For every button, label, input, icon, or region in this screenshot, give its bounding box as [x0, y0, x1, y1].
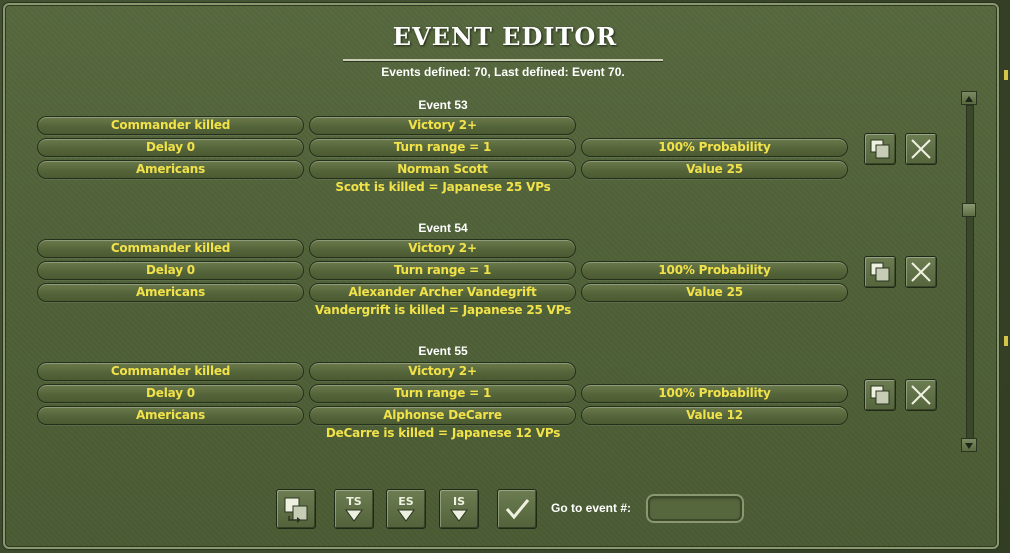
value-field[interactable]: Value 25	[581, 283, 848, 302]
scroll-down-button[interactable]	[961, 438, 977, 452]
copy-event-button[interactable]	[864, 379, 896, 411]
triangle-down-icon	[965, 443, 973, 449]
event-description: Vandergrift is killed = Japanese 25 VPs	[314, 303, 572, 317]
ts-button[interactable]: TS	[334, 489, 374, 529]
event-type-field[interactable]: Commander killed	[37, 362, 304, 381]
side-field[interactable]: Americans	[37, 160, 304, 179]
side-field[interactable]: Americans	[37, 283, 304, 302]
es-label: ES	[398, 495, 414, 508]
event-type-field[interactable]: Commander killed	[37, 116, 304, 135]
goto-event-label: Go to event #:	[551, 501, 632, 515]
probability-field[interactable]: 100% Probability	[581, 138, 848, 157]
es-button[interactable]: ES	[386, 489, 426, 529]
delete-event-button[interactable]	[905, 379, 937, 411]
turn-range-field[interactable]: Turn range = 1	[309, 384, 576, 403]
event-title: Event 53	[418, 98, 468, 112]
delay-field[interactable]: Delay 0	[37, 384, 304, 403]
event-description: Scott is killed = Japanese 25 VPs	[335, 180, 551, 194]
copy-event-button[interactable]	[864, 256, 896, 288]
scroll-thumb[interactable]	[962, 203, 976, 217]
event-title: Event 55	[418, 344, 468, 358]
triangle-up-icon	[965, 96, 973, 102]
arrow-down-icon: TS	[345, 495, 363, 522]
event-effect-field[interactable]: Victory 2+	[309, 116, 576, 135]
probability-field[interactable]: 100% Probability	[581, 384, 848, 403]
events-summary: Events defined: 70, Last defined: Event …	[381, 65, 625, 79]
commander-field[interactable]: Norman Scott	[309, 160, 576, 179]
delete-event-button[interactable]	[905, 256, 937, 288]
probability-field[interactable]: 100% Probability	[581, 261, 848, 280]
copy-icon	[870, 385, 890, 405]
event-type-field[interactable]: Commander killed	[37, 239, 304, 258]
is-label: IS	[453, 495, 465, 508]
close-icon	[911, 262, 931, 282]
value-field[interactable]: Value 25	[581, 160, 848, 179]
commander-field[interactable]: Alexander Archer Vandegrift	[309, 283, 576, 302]
confirm-button[interactable]	[497, 489, 537, 529]
event-effect-field[interactable]: Victory 2+	[309, 239, 576, 258]
scroll-track[interactable]	[966, 105, 974, 441]
turn-range-field[interactable]: Turn range = 1	[309, 261, 576, 280]
close-icon	[911, 385, 931, 405]
delay-field[interactable]: Delay 0	[37, 261, 304, 280]
is-button[interactable]: IS	[439, 489, 479, 529]
delay-field[interactable]: Delay 0	[37, 138, 304, 157]
swap-icon	[284, 497, 308, 523]
turn-range-field[interactable]: Turn range = 1	[309, 138, 576, 157]
copy-icon	[870, 262, 890, 282]
event-effect-field[interactable]: Victory 2+	[309, 362, 576, 381]
close-icon	[911, 139, 931, 159]
title-divider	[343, 59, 663, 61]
ts-label: TS	[346, 495, 362, 508]
arrow-down-icon: ES	[397, 495, 415, 522]
map-marker	[1004, 336, 1008, 346]
copy-icon	[870, 139, 890, 159]
copy-event-button[interactable]	[864, 133, 896, 165]
dialog-title: EVENT EDITOR	[392, 22, 618, 51]
arrow-down-icon: IS	[450, 495, 468, 522]
event-description: DeCarre is killed = Japanese 12 VPs	[325, 426, 561, 440]
delete-event-button[interactable]	[905, 133, 937, 165]
event-title: Event 54	[418, 221, 468, 235]
swap-events-button[interactable]	[276, 489, 316, 529]
value-field[interactable]: Value 12	[581, 406, 848, 425]
goto-event-input[interactable]	[646, 494, 744, 523]
checkmark-icon	[505, 499, 530, 520]
scroll-up-button[interactable]	[961, 91, 977, 105]
side-field[interactable]: Americans	[37, 406, 304, 425]
event-list-scrollbar[interactable]	[961, 91, 977, 453]
commander-field[interactable]: Alphonse DeCarre	[309, 406, 576, 425]
